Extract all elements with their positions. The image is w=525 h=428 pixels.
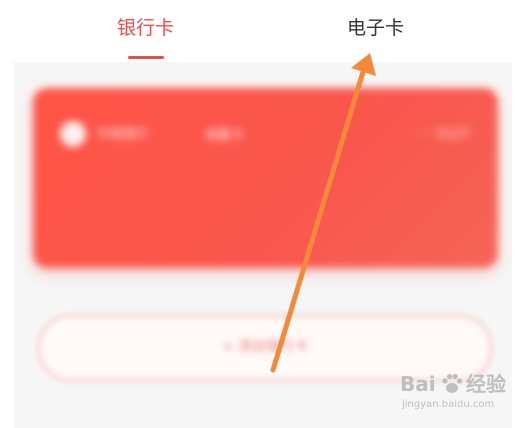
paw-icon xyxy=(442,373,463,393)
watermark-brand-left: Bai xyxy=(400,372,436,396)
card-bank-name: 中国银行 xyxy=(97,127,150,142)
tab-bank-card[interactable]: 银行卡 xyxy=(117,15,174,41)
card-number: ···· 5127 xyxy=(416,127,470,142)
tab-e-card[interactable]: 电子卡 xyxy=(347,15,404,41)
watermark-brand-right: 经验 xyxy=(466,372,506,396)
bank-logo-icon xyxy=(60,121,86,147)
watermark-url: jingyan.baidu.com xyxy=(402,399,495,410)
baidu-jingyan-watermark: Bai 经验 jingyan.baidu.com xyxy=(400,372,518,420)
card-type: 储蓄卡 xyxy=(205,128,245,143)
tab-bar: 银行卡 电子卡 xyxy=(0,0,525,62)
bank-card[interactable]: 中国银行 储蓄卡 ···· 5127 xyxy=(33,88,498,268)
active-tab-indicator xyxy=(128,56,164,59)
add-card-button-label: + 添加银行卡 xyxy=(221,339,309,355)
